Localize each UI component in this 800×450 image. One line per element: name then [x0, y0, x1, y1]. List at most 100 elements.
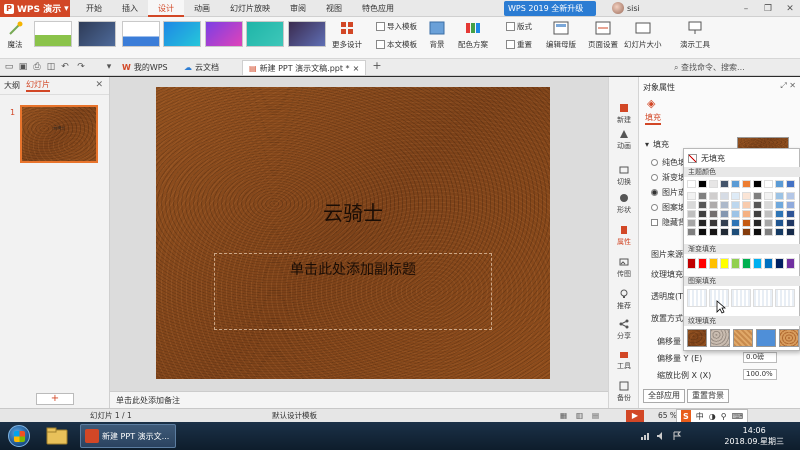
theme-color-swatch[interactable] [709, 210, 718, 218]
side-tools-button[interactable]: 工具 [609, 349, 639, 371]
pattern-swatch[interactable] [753, 289, 773, 307]
theme-color-swatch[interactable] [742, 201, 751, 209]
color-scheme-button[interactable]: 配色方案 [458, 19, 488, 50]
theme-color-swatch[interactable] [687, 228, 696, 236]
save-icon[interactable]: ▣ [18, 62, 28, 72]
theme-color-swatch[interactable] [687, 201, 696, 209]
theme-color-swatch[interactable] [764, 201, 773, 209]
standard-color-swatch[interactable] [775, 258, 784, 269]
presenter-tools-button[interactable]: 演示工具 [680, 19, 710, 50]
hide-background-option[interactable]: 隐藏背 [651, 217, 686, 228]
slide-thumbnail[interactable]: 云骑士 [20, 105, 98, 163]
zoom-level[interactable]: 65 % [658, 409, 677, 422]
theme-thumbnail-5[interactable] [205, 21, 243, 47]
tab-animation[interactable]: 动画 [184, 0, 220, 17]
theme-color-swatch[interactable] [698, 201, 707, 209]
theme-color-swatch[interactable] [764, 192, 773, 200]
more-designs-button[interactable]: 更多设计 [332, 19, 362, 50]
theme-color-swatch[interactable] [786, 228, 795, 236]
tab-review[interactable]: 审阅 [280, 0, 316, 17]
theme-color-swatch[interactable] [786, 180, 795, 188]
theme-color-swatch[interactable] [698, 219, 707, 227]
theme-color-swatch[interactable] [753, 210, 762, 218]
side-recommend-button[interactable]: 推荐 [609, 289, 639, 311]
view-reading-icon[interactable]: ▤ [592, 409, 599, 422]
theme-color-swatch[interactable] [731, 219, 740, 227]
theme-color-swatch[interactable] [742, 180, 751, 188]
background-button[interactable]: 背景 [428, 19, 446, 50]
texture-granite[interactable] [710, 329, 730, 347]
texture-wood-light[interactable] [733, 329, 753, 347]
theme-color-swatch[interactable] [698, 210, 707, 218]
theme-color-swatch[interactable] [775, 201, 784, 209]
radio-pattern-fill[interactable] [651, 204, 658, 211]
reset-button[interactable]: 重置 [506, 39, 532, 50]
tab-current-document[interactable]: ▤ 新建 PPT 演示文稿.ppt * × [242, 60, 367, 75]
layout-button[interactable]: 版式 [506, 21, 532, 32]
pattern-swatch[interactable] [687, 289, 707, 307]
standard-color-swatch[interactable] [742, 258, 751, 269]
import-template-button[interactable]: 导入模板 [376, 21, 417, 32]
upgrade-button[interactable]: WPS 2019 全新升级 [504, 1, 596, 16]
theme-color-swatch[interactable] [687, 219, 696, 227]
theme-color-swatch[interactable] [731, 192, 740, 200]
close-icon[interactable]: ✕ [784, 3, 796, 15]
option-pattern-fill[interactable]: 图案填 [651, 202, 686, 213]
apply-to-all-button[interactable]: 全部应用 [643, 389, 685, 403]
theme-color-swatch[interactable] [753, 219, 762, 227]
texture-oak[interactable] [779, 329, 799, 347]
notes-input[interactable]: 单击此处添加备注 [110, 391, 608, 408]
open-folder-icon[interactable]: ▭ [4, 62, 14, 72]
theme-color-swatch[interactable] [731, 228, 740, 236]
theme-color-swatch[interactable] [709, 219, 718, 227]
tab-home[interactable]: 开始 [76, 0, 112, 17]
theme-color-swatch[interactable] [775, 180, 784, 188]
undo-icon[interactable]: ↶ [60, 62, 70, 72]
theme-color-swatch[interactable] [764, 219, 773, 227]
theme-color-swatch[interactable] [775, 219, 784, 227]
theme-color-swatch[interactable] [775, 210, 784, 218]
close-pane-icon[interactable]: ✕ [789, 81, 796, 90]
taskbar-wps-window[interactable]: 新建 PPT 演示文... [80, 424, 176, 448]
start-button[interactable] [8, 425, 30, 447]
theme-color-swatch[interactable] [731, 201, 740, 209]
option-gradient-fill[interactable]: 渐变填 [651, 172, 686, 183]
this-file-template-button[interactable]: 本文模板 [376, 39, 417, 50]
tab-fill[interactable]: 填充 [645, 112, 661, 125]
option-solid-fill[interactable]: 纯色填 [651, 157, 686, 168]
option-picture-fill[interactable]: 图片或 [651, 187, 686, 198]
theme-color-swatch[interactable] [720, 180, 729, 188]
standard-color-swatch[interactable] [720, 258, 729, 269]
tab-slides[interactable]: 幻灯片 [26, 79, 50, 92]
side-shape-button[interactable]: 形状 [609, 193, 639, 215]
standard-color-swatch[interactable] [753, 258, 762, 269]
theme-thumbnail-3[interactable] [122, 21, 160, 47]
print-icon[interactable]: ⎙ [32, 62, 42, 72]
user-account[interactable]: sisi [612, 2, 640, 14]
standard-color-swatch[interactable] [698, 258, 707, 269]
view-normal-icon[interactable]: ▦ [560, 409, 567, 422]
system-clock[interactable]: 14:06 2018.09.星期三 [724, 425, 784, 447]
offset-y-input[interactable]: 0.0磅 [743, 352, 777, 363]
tab-insert[interactable]: 插入 [112, 0, 148, 17]
theme-color-swatch[interactable] [786, 201, 795, 209]
theme-color-swatch[interactable] [709, 228, 718, 236]
theme-color-swatch[interactable] [786, 210, 795, 218]
slide-size-button[interactable]: 幻灯片大小 [624, 19, 662, 50]
theme-color-swatch[interactable] [753, 228, 762, 236]
theme-color-swatch[interactable] [742, 192, 751, 200]
radio-solid-fill[interactable] [651, 159, 658, 166]
theme-color-swatch[interactable] [698, 192, 707, 200]
theme-color-swatch[interactable] [720, 192, 729, 200]
reset-background-button[interactable]: 重置背景 [687, 389, 729, 403]
side-transition-button[interactable]: 切换 [609, 165, 639, 187]
standard-color-swatch[interactable] [786, 258, 795, 269]
theme-thumbnail-1[interactable] [34, 21, 72, 47]
theme-color-swatch[interactable] [731, 180, 740, 188]
theme-color-swatch[interactable] [687, 180, 696, 188]
theme-color-swatch[interactable] [764, 180, 773, 188]
side-upload-image-button[interactable]: 传图 [609, 257, 639, 279]
theme-color-swatch[interactable] [764, 210, 773, 218]
theme-color-swatch[interactable] [720, 201, 729, 209]
theme-color-swatch[interactable] [753, 180, 762, 188]
